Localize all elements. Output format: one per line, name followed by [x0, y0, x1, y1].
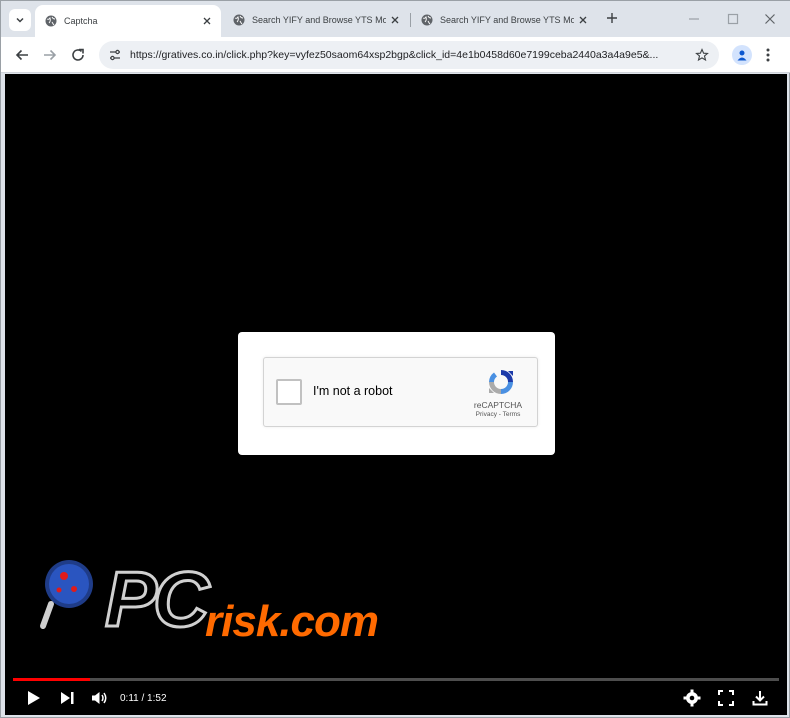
plus-icon[interactable]: [605, 11, 619, 25]
url-text: https://gratives.co.in/click.php?key=vyf…: [130, 49, 659, 61]
tab-title: Search YIFY and Browse YTS Mo: [440, 15, 574, 25]
tab-captcha[interactable]: Captcha: [35, 5, 221, 37]
tab-title: Captcha: [64, 16, 98, 26]
reload-icon[interactable]: [69, 46, 87, 64]
profile-button[interactable]: [732, 45, 752, 65]
volume-icon[interactable]: [89, 688, 109, 708]
forward-arrow-icon[interactable]: [41, 46, 59, 64]
minimize-icon[interactable]: [688, 13, 700, 25]
back-arrow-icon[interactable]: [13, 46, 31, 64]
next-icon[interactable]: [57, 688, 77, 708]
globe-icon: [421, 14, 433, 26]
tab-yify-2[interactable]: Search YIFY and Browse YTS Mo: [411, 7, 597, 33]
recaptcha-logo-icon: [489, 370, 513, 394]
tab-strip: Captcha Search YIFY and Browse YTS Mo Se…: [1, 1, 790, 37]
window-close-icon[interactable]: [764, 13, 776, 25]
watermark-pc: PC: [103, 554, 210, 645]
globe-icon: [45, 15, 57, 27]
download-icon[interactable]: [750, 688, 770, 708]
person-icon: [737, 50, 747, 61]
recaptcha-widget: I'm not a robot reCAPTCHA Privacy - Term…: [263, 357, 538, 427]
browser-window: Captcha Search YIFY and Browse YTS Mo Se…: [0, 0, 790, 718]
captcha-card: I'm not a robot reCAPTCHA Privacy - Term…: [238, 332, 555, 455]
watermark-domain: risk.com: [205, 597, 379, 646]
recaptcha-checkbox[interactable]: [276, 379, 302, 405]
tab-title: Search YIFY and Browse YTS Mo: [252, 15, 386, 25]
recaptcha-brand: reCAPTCHA: [473, 400, 523, 410]
tab-search-button[interactable]: [9, 9, 31, 31]
recaptcha-label: I'm not a robot: [313, 384, 393, 398]
chevron-down-icon: [16, 17, 24, 23]
globe-icon: [233, 14, 245, 26]
address-bar[interactable]: https://gratives.co.in/click.php?key=vyf…: [99, 41, 719, 69]
play-icon[interactable]: [23, 688, 43, 708]
video-time: 0:11 / 1:52: [120, 693, 167, 704]
video-progress-bar[interactable]: [13, 678, 779, 681]
site-settings-icon[interactable]: [108, 48, 122, 62]
tab-yify-1[interactable]: Search YIFY and Browse YTS Mo: [223, 7, 409, 33]
page-content: I'm not a robot reCAPTCHA Privacy - Term…: [5, 74, 787, 715]
more-vert-icon[interactable]: [764, 47, 772, 63]
toolbar: https://gratives.co.in/click.php?key=vyf…: [1, 37, 790, 73]
close-icon[interactable]: [201, 15, 213, 27]
video-progress-fill: [13, 678, 90, 681]
close-icon[interactable]: [389, 14, 401, 26]
maximize-icon[interactable]: [727, 13, 739, 25]
bookmark-star-icon[interactable]: [695, 48, 709, 62]
recaptcha-privacy-terms[interactable]: Privacy - Terms: [456, 411, 540, 418]
close-icon[interactable]: [577, 14, 589, 26]
fullscreen-icon[interactable]: [716, 688, 736, 708]
gear-icon[interactable]: [682, 688, 702, 708]
